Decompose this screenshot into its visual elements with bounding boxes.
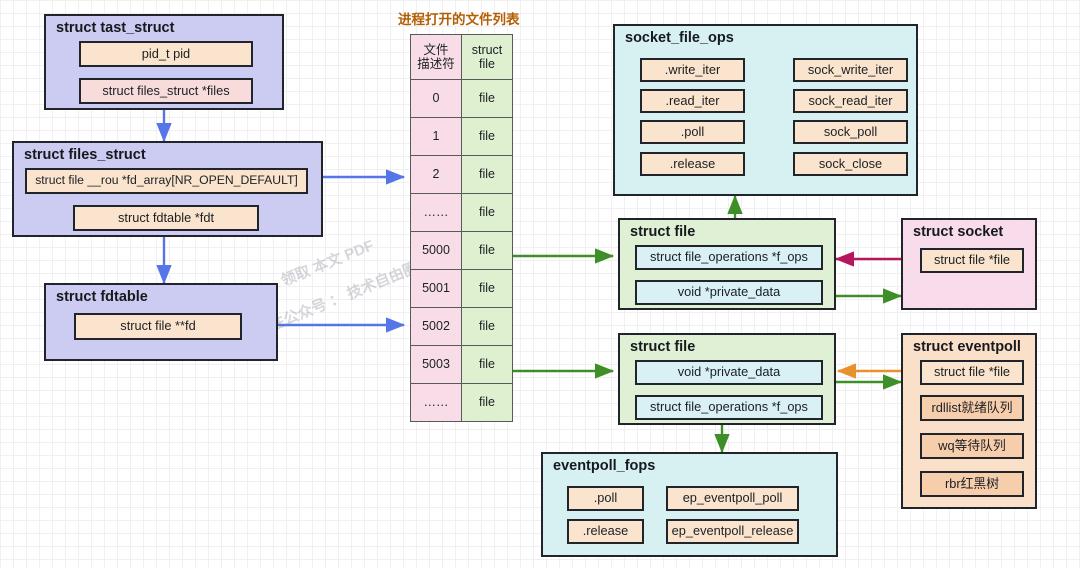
field-rdllist: rdllist就绪队列	[920, 395, 1024, 421]
fd-cell: 5003	[410, 345, 462, 384]
impl-sock-write-iter: sock_write_iter	[793, 58, 908, 82]
struct-files-struct-title: struct files_struct	[24, 147, 146, 163]
socket-file-ops-box: socket_file_ops .write_iter .read_iter .…	[613, 24, 918, 196]
table-row: 5002 file	[410, 307, 513, 346]
struct-task-struct-title: struct tast_struct	[56, 20, 175, 36]
op-poll: .poll	[640, 120, 745, 144]
table-row: 1 file	[410, 117, 513, 156]
table-header-row: 文件 描述符 struct file	[410, 34, 513, 80]
table-row: 0 file	[410, 79, 513, 118]
field-socket-file: struct file *file	[920, 248, 1024, 273]
struct-file-socket-box: struct file struct file_operations *f_op…	[618, 218, 836, 310]
table-row: 5000 file	[410, 231, 513, 270]
table-row: …… file	[410, 383, 513, 422]
struct-eventpoll-title: struct eventpoll	[913, 339, 1021, 355]
struct-eventpoll-box: struct eventpoll struct file *file rdlli…	[901, 333, 1037, 509]
file-cell: file	[461, 383, 513, 422]
fd-cell: 5001	[410, 269, 462, 308]
op-ep-release: .release	[567, 519, 644, 544]
struct-socket-box: struct socket struct file *file	[901, 218, 1037, 310]
op-write-iter: .write_iter	[640, 58, 745, 82]
eventpoll-fops-box: eventpoll_fops .poll .release ep_eventpo…	[541, 452, 838, 557]
fd-cell: 5000	[410, 231, 462, 270]
op-release: .release	[640, 152, 745, 176]
field-fdtable-ptr: struct fdtable *fdt	[73, 205, 259, 231]
file-header-line1: struct	[471, 42, 503, 57]
field-f-ops-eventpoll: struct file_operations *f_ops	[635, 395, 823, 420]
field-eventpoll-file: struct file *file	[920, 360, 1024, 385]
struct-fdtable-title: struct fdtable	[56, 289, 148, 305]
struct-file-eventpoll-title: struct file	[630, 339, 696, 355]
file-cell: file	[461, 345, 513, 384]
file-cell: file	[461, 231, 513, 270]
impl-ep-eventpoll-poll: ep_eventpoll_poll	[666, 486, 799, 511]
struct-socket-title: struct socket	[913, 224, 1004, 240]
fd-cell: ……	[410, 383, 462, 422]
field-rbr: rbr红黑树	[920, 471, 1024, 497]
fd-header-line1: 文件	[423, 42, 449, 57]
field-private-data-eventpoll: void *private_data	[635, 360, 823, 385]
file-cell: file	[461, 79, 513, 118]
fd-cell: 5002	[410, 307, 462, 346]
op-read-iter: .read_iter	[640, 89, 745, 113]
file-cell: file	[461, 117, 513, 156]
diagram-canvas: 领取 本文 PDF 关注公众号 ： 技术自由圈 struct tast_stru…	[0, 0, 1080, 568]
impl-sock-read-iter: sock_read_iter	[793, 89, 908, 113]
fd-cell: 2	[410, 155, 462, 194]
field-fd-array: struct file __rou *fd_array[NR_OPEN_DEFA…	[25, 168, 308, 194]
struct-fdtable-box: struct fdtable struct file **fd	[44, 283, 278, 361]
socket-file-ops-title: socket_file_ops	[625, 30, 734, 46]
struct-file-socket-title: struct file	[630, 224, 696, 240]
field-wq: wq等待队列	[920, 433, 1024, 459]
fd-cell: 1	[410, 117, 462, 156]
file-cell: file	[461, 155, 513, 194]
fd-header-line2: 描述符	[417, 57, 455, 71]
table-row: …… file	[410, 193, 513, 232]
file-header-line2: file	[479, 57, 495, 71]
field-f-ops-socket: struct file_operations *f_ops	[635, 245, 823, 270]
eventpoll-fops-title: eventpoll_fops	[553, 458, 656, 474]
file-cell: file	[461, 193, 513, 232]
field-pid-t-pid: pid_t pid	[79, 41, 253, 67]
fd-table: 文件 描述符 struct file 0 file 1 file 2 file …… f…	[410, 34, 513, 422]
fd-table-body: 文件 描述符 struct file 0 file 1 file 2 file …… f…	[410, 34, 513, 422]
fd-table-header-file: struct file	[461, 34, 513, 80]
impl-ep-eventpoll-release: ep_eventpoll_release	[666, 519, 799, 544]
field-private-data-socket: void *private_data	[635, 280, 823, 305]
struct-task-struct-box: struct tast_struct pid_t pid struct file…	[44, 14, 284, 110]
field-file-double-ptr: struct file **fd	[74, 313, 242, 340]
file-cell: file	[461, 269, 513, 308]
file-cell: file	[461, 307, 513, 346]
op-ep-poll: .poll	[567, 486, 644, 511]
struct-file-eventpoll-box: struct file void *private_data struct fi…	[618, 333, 836, 425]
table-row: 5001 file	[410, 269, 513, 308]
fd-cell: ……	[410, 193, 462, 232]
table-row: 5003 file	[410, 345, 513, 384]
fd-cell: 0	[410, 79, 462, 118]
impl-sock-poll: sock_poll	[793, 120, 908, 144]
table-row: 2 file	[410, 155, 513, 194]
struct-files-struct-box: struct files_struct struct file __rou *f…	[12, 141, 323, 237]
impl-sock-close: sock_close	[793, 152, 908, 176]
fd-table-title: 进程打开的文件列表	[398, 12, 520, 27]
field-files-struct-ptr: struct files_struct *files	[79, 78, 253, 104]
fd-table-header-fd: 文件 描述符	[410, 34, 462, 80]
